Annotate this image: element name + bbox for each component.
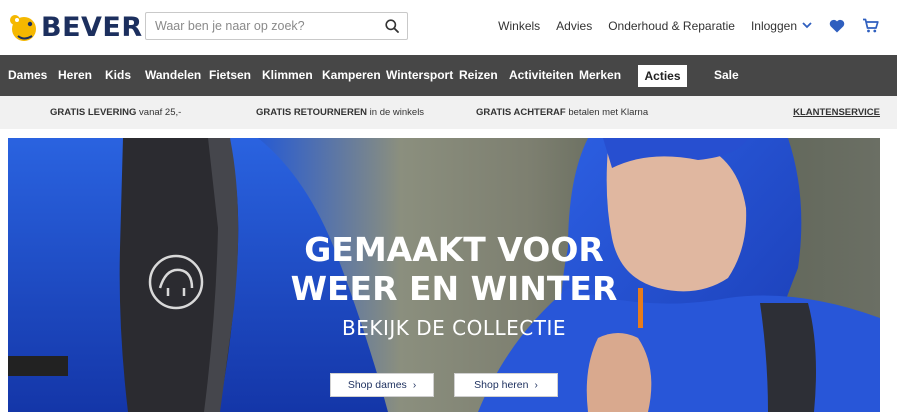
- usp-pay-later: GRATIS ACHTERAF betalen met Klarna: [476, 107, 648, 118]
- hero-subtitle: BEKIJK DE COLLECTIE: [342, 316, 566, 340]
- nav-item-fietsen[interactable]: Fietsen: [209, 55, 251, 96]
- topnav-link-onderhoud-reparatie[interactable]: Onderhoud & Reparatie: [608, 19, 735, 33]
- usp-free-returns-text: in de winkels: [367, 107, 425, 118]
- site-header: BEVER Winkels Advies Onderhoud & Reparat…: [0, 0, 897, 54]
- nav-item-wandelen[interactable]: Wandelen: [145, 55, 201, 96]
- nav-item-sale[interactable]: Sale: [714, 55, 739, 96]
- shop-dames-label: Shop dames: [347, 379, 407, 391]
- usp-free-returns-bold: GRATIS RETOURNEREN: [256, 107, 368, 118]
- main-navigation: Dames Heren Kids Wandelen Fietsen Klimme…: [0, 55, 897, 96]
- top-navigation: Winkels Advies Onderhoud & Reparatie Inl…: [482, 18, 879, 33]
- bever-logo[interactable]: BEVER: [8, 10, 143, 44]
- usp-free-delivery-text: vanaf 25,-: [136, 107, 182, 118]
- usp-pay-later-text: betalen met Klarna: [565, 107, 649, 118]
- nav-item-acties[interactable]: Acties: [638, 65, 687, 87]
- shop-heren-button[interactable]: Shop heren ›: [454, 373, 558, 397]
- nav-item-kids[interactable]: Kids: [105, 55, 131, 96]
- customer-service-link[interactable]: KLANTENSERVICE: [793, 107, 880, 118]
- search-icon[interactable]: [377, 13, 407, 39]
- cart-icon[interactable]: [862, 18, 879, 33]
- nav-item-klimmen[interactable]: Klimmen: [262, 55, 313, 96]
- hero-banner[interactable]: GEMAAKT VOOR WEER EN WINTER BEKIJK DE CO…: [8, 138, 880, 412]
- heart-icon[interactable]: [829, 19, 845, 33]
- nav-item-wintersport[interactable]: Wintersport: [386, 55, 453, 96]
- usp-free-returns: GRATIS RETOURNEREN in de winkels: [256, 107, 424, 118]
- nav-item-merken[interactable]: Merken: [579, 55, 621, 96]
- usp-pay-later-bold: GRATIS ACHTERAF: [476, 107, 566, 118]
- chevron-right-icon: ›: [412, 379, 417, 391]
- usp-free-delivery-bold: GRATIS LEVERING: [50, 107, 137, 118]
- chevron-right-icon: ›: [534, 379, 538, 391]
- logo-wordmark: BEVER: [41, 11, 143, 43]
- nav-item-dames[interactable]: Dames: [8, 55, 47, 96]
- topnav-link-winkels[interactable]: Winkels: [498, 19, 540, 33]
- hero-title-line-2: WEER EN WINTER: [290, 269, 618, 308]
- nav-item-kamperen[interactable]: Kamperen: [322, 55, 381, 96]
- search-box: [145, 12, 408, 40]
- nav-item-activiteiten[interactable]: Activiteiten: [509, 55, 574, 96]
- hero-title-line-1: GEMAAKT VOOR: [304, 230, 604, 269]
- chevron-down-icon: [802, 22, 812, 29]
- shop-dames-button[interactable]: Shop dames ›: [330, 373, 434, 397]
- login-menu[interactable]: Inloggen: [751, 19, 812, 33]
- login-label: Inloggen: [750, 18, 797, 33]
- topnav-link-advies[interactable]: Advies: [556, 19, 592, 33]
- search-input[interactable]: [146, 13, 377, 39]
- shop-heren-label: Shop heren: [474, 379, 529, 391]
- nav-item-reizen[interactable]: Reizen: [459, 55, 498, 96]
- usp-free-delivery: GRATIS LEVERING vanaf 25,-: [50, 107, 181, 118]
- beaver-logo-icon: [10, 15, 36, 41]
- nav-item-heren[interactable]: Heren: [58, 55, 92, 96]
- usp-bar: GRATIS LEVERING vanaf 25,- GRATIS RETOUR…: [0, 96, 897, 129]
